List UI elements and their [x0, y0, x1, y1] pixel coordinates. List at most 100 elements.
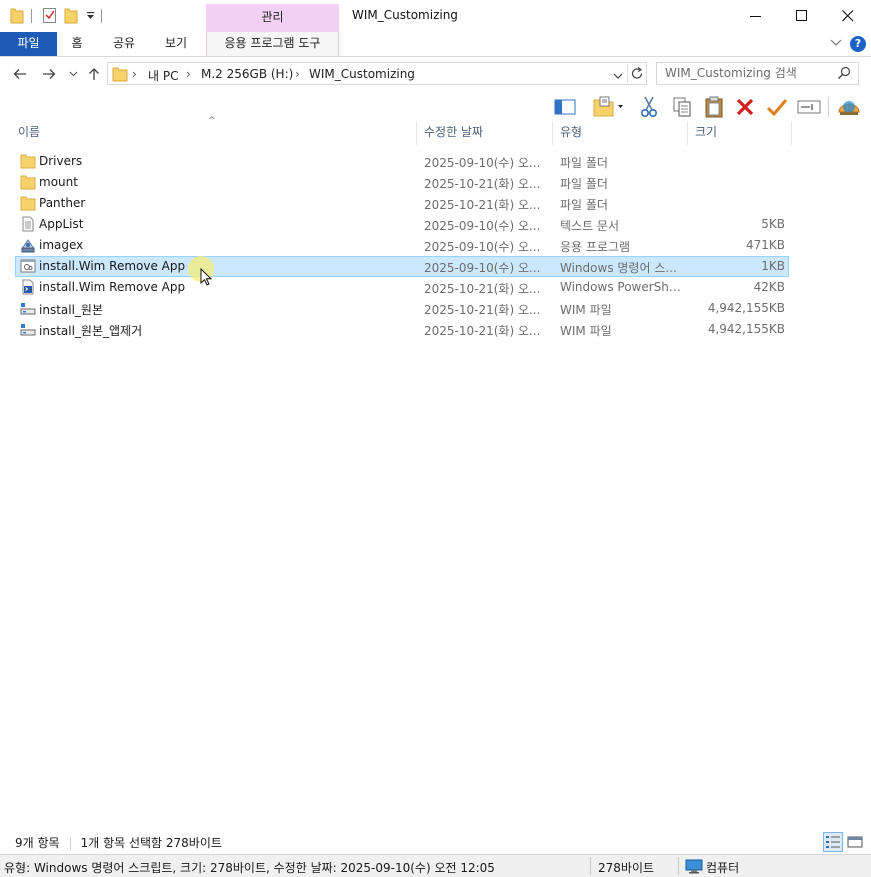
cut-button[interactable]: [637, 95, 661, 119]
file-type: Windows 명령어 스...: [560, 261, 677, 275]
breadcrumb-drive[interactable]: M.2 256GB (H:): [201, 67, 293, 81]
tab-share[interactable]: 공유: [101, 32, 147, 56]
select-check-button[interactable]: [765, 95, 789, 119]
details-divider: [590, 857, 591, 875]
paste-button[interactable]: [702, 95, 726, 119]
file-row[interactable]: install_원본 2025-10-21(화) 오... WIM 파일 4,9…: [15, 298, 789, 319]
refresh-icon[interactable]: [630, 66, 644, 84]
properties-check-icon[interactable]: [42, 6, 58, 26]
breadcrumb-this-pc[interactable]: 내 PC: [148, 67, 178, 84]
selection-info: 1개 항목 선택함 278바이트: [80, 836, 222, 850]
file-date: 2025-09-10(수) 오...: [424, 261, 541, 275]
file-row[interactable]: install.Wim Remove App 2025-10-21(화) 오..…: [15, 277, 789, 298]
tab-application-tools[interactable]: 응용 프로그램 도구: [206, 32, 339, 56]
details-view-button[interactable]: [823, 832, 843, 852]
rename-button[interactable]: [797, 95, 821, 119]
powershell-script-icon: [20, 279, 36, 295]
window-title: WIM_Customizing: [352, 8, 458, 22]
qa-customize-dropdown-icon[interactable]: [86, 10, 95, 30]
close-button[interactable]: [825, 0, 871, 32]
file-row[interactable]: Drivers 2025-09-10(수) 오... 파일 폴더: [15, 151, 789, 172]
file-type: 파일 폴더: [560, 156, 608, 170]
large-icons-view-icon: [847, 836, 863, 848]
shell-extension-button[interactable]: [837, 95, 861, 119]
maximize-button[interactable]: [779, 0, 825, 32]
file-type: 응용 프로그램: [560, 240, 631, 254]
chevron-down-icon: [69, 71, 77, 77]
application-icon: [20, 237, 36, 253]
breadcrumb-current-folder[interactable]: WIM_Customizing: [309, 67, 415, 81]
details-divider: [678, 857, 679, 875]
toolbar-divider: [828, 97, 829, 117]
minimize-icon: [750, 16, 761, 17]
details-view-icon: [826, 836, 840, 848]
text-document-icon: [20, 216, 36, 232]
file-name: install_원본: [39, 303, 103, 317]
folder-icon: [20, 153, 36, 169]
wim-file-icon: [20, 300, 36, 316]
batch-script-icon: [20, 258, 36, 274]
minimize-button[interactable]: [733, 0, 779, 32]
ribbon-expand-chevron-icon[interactable]: [830, 36, 844, 50]
recent-locations-dropdown[interactable]: [64, 65, 82, 83]
back-button[interactable]: [11, 65, 29, 83]
new-folder-icon[interactable]: [64, 6, 78, 26]
copy-button[interactable]: [670, 95, 694, 119]
qa-separator: [31, 9, 32, 23]
file-name: imagex: [39, 238, 84, 252]
command-toolbar: [0, 93, 871, 121]
tab-home[interactable]: 홈: [57, 32, 97, 56]
file-date: 2025-10-21(화) 오...: [424, 324, 541, 338]
large-icons-view-button[interactable]: [845, 832, 865, 852]
file-row-selected[interactable]: install.Wim Remove App 2025-09-10(수) 오..…: [15, 256, 789, 277]
search-box[interactable]: [656, 62, 859, 85]
file-row[interactable]: Panther 2025-10-21(화) 오... 파일 폴더: [15, 193, 789, 214]
qa-separator: [101, 9, 102, 23]
file-name: Drivers: [39, 154, 83, 168]
file-row[interactable]: AppList 2025-09-10(수) 오... 텍스트 문서 5KB: [15, 214, 789, 235]
quick-access-folder-icon[interactable]: [10, 6, 24, 26]
tab-view[interactable]: 보기: [152, 32, 200, 56]
file-size: 4,942,155KB: [707, 301, 785, 315]
file-name: Panther: [39, 196, 86, 210]
file-type: 텍스트 문서: [560, 219, 620, 233]
preview-pane-button[interactable]: [553, 95, 577, 119]
ribbon-tab-row: 파일 홈 공유 보기 응용 프로그램 도구 ?: [0, 32, 871, 57]
breadcrumb-separator[interactable]: ›: [132, 67, 137, 81]
forward-button[interactable]: [40, 65, 58, 83]
file-date: 2025-10-21(화) 오...: [424, 282, 541, 296]
column-header: 이름 수정한 날짜 유형 크기: [0, 121, 871, 145]
rename-icon: [797, 100, 821, 114]
address-bar[interactable]: › 내 PC › M.2 256GB (H:) › WIM_Customizin…: [107, 62, 647, 85]
file-date: 2025-09-10(수) 오...: [424, 156, 541, 170]
folder-options-button[interactable]: [590, 95, 626, 119]
search-icon[interactable]: [837, 66, 851, 83]
breadcrumb-separator[interactable]: ›: [295, 67, 300, 81]
column-header-size[interactable]: 크기: [689, 121, 792, 145]
breadcrumb-separator[interactable]: ›: [186, 67, 191, 81]
address-history-chevron-icon[interactable]: [613, 69, 623, 83]
up-button[interactable]: [85, 65, 103, 83]
checkmark-icon: [766, 99, 788, 117]
file-row[interactable]: imagex 2025-09-10(수) 오... 응용 프로그램 471KB: [15, 235, 789, 256]
tab-file[interactable]: 파일: [0, 32, 57, 56]
delete-button[interactable]: [733, 95, 757, 119]
details-bar: 유형: Windows 명령어 스크립트, 크기: 278바이트, 수정한 날짜…: [0, 854, 871, 877]
context-tab-manage[interactable]: 관리: [206, 4, 339, 32]
search-input[interactable]: [665, 66, 835, 80]
file-size: 42KB: [753, 280, 785, 294]
preview-pane-icon: [554, 99, 576, 115]
file-row[interactable]: mount 2025-10-21(화) 오... 파일 폴더: [15, 172, 789, 193]
column-header-name[interactable]: 이름: [12, 121, 417, 145]
file-name: mount: [39, 175, 78, 189]
file-name: AppList: [39, 217, 84, 231]
file-type: WIM 파일: [560, 303, 612, 317]
file-name: install.Wim Remove App: [39, 259, 186, 273]
column-header-type[interactable]: 유형: [554, 121, 688, 145]
file-size: 4,942,155KB: [707, 322, 785, 336]
column-header-date[interactable]: 수정한 날짜: [418, 121, 553, 145]
folder-options-icon: [593, 96, 623, 117]
mouse-pointer-icon: [200, 268, 212, 286]
help-icon[interactable]: ?: [850, 36, 866, 52]
file-row[interactable]: install_원본_앱제거 2025-10-21(화) 오... WIM 파일…: [15, 319, 789, 340]
